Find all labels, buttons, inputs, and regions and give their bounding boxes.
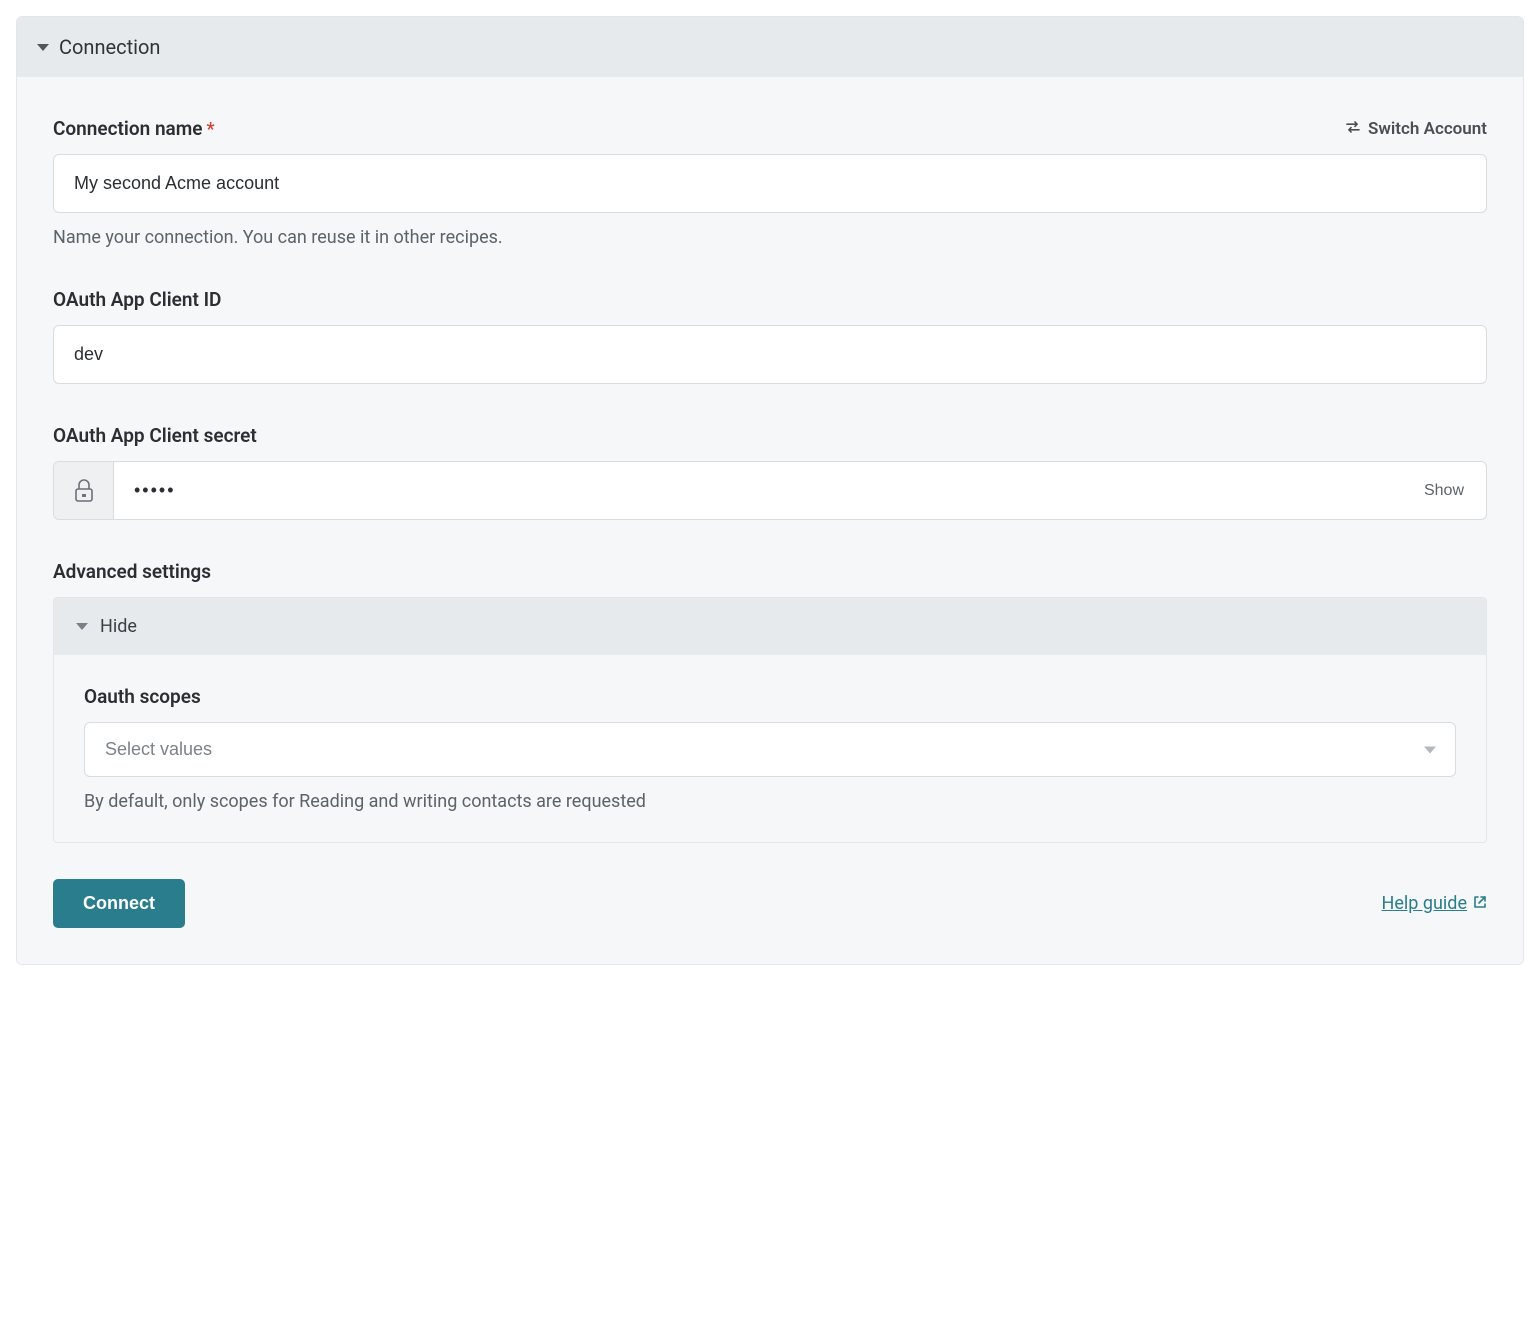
- swap-icon: [1346, 120, 1360, 137]
- connection-name-field: Connection name* Switch Account Name yo: [53, 117, 1487, 248]
- help-guide-link[interactable]: Help guide: [1382, 893, 1487, 914]
- connection-name-input[interactable]: [53, 154, 1487, 213]
- connection-panel: Connection Connection name*: [16, 16, 1524, 965]
- advanced-toggle[interactable]: Hide: [54, 598, 1486, 655]
- chevron-down-icon: [1424, 746, 1436, 753]
- required-indicator: *: [207, 119, 215, 140]
- caret-down-icon: [37, 44, 49, 51]
- help-guide-label: Help guide: [1382, 893, 1467, 914]
- connection-panel-header[interactable]: Connection: [17, 17, 1523, 77]
- client-id-label: OAuth App Client ID: [53, 288, 1487, 311]
- client-secret-field: OAuth App Client secret Show: [53, 424, 1487, 520]
- lock-icon: [54, 462, 114, 519]
- connection-name-helper: Name your connection. You can reuse it i…: [53, 227, 1487, 248]
- client-id-field: OAuth App Client ID: [53, 288, 1487, 384]
- caret-down-icon: [76, 623, 88, 630]
- show-secret-button[interactable]: Show: [1402, 462, 1486, 519]
- connect-button[interactable]: Connect: [53, 879, 185, 928]
- connection-name-label: Connection name: [53, 117, 203, 140]
- client-secret-input[interactable]: [114, 462, 1402, 519]
- advanced-settings-label: Advanced settings: [53, 560, 1487, 583]
- panel-title: Connection: [59, 35, 160, 59]
- client-secret-label: OAuth App Client secret: [53, 424, 1487, 447]
- switch-account-button[interactable]: Switch Account: [1346, 119, 1487, 139]
- oauth-scopes-label: Oauth scopes: [84, 685, 1456, 708]
- external-link-icon: [1473, 893, 1487, 914]
- oauth-scopes-helper: By default, only scopes for Reading and …: [84, 791, 1456, 812]
- connection-panel-body: Connection name* Switch Account Name yo: [17, 77, 1523, 964]
- advanced-toggle-label: Hide: [100, 616, 137, 637]
- client-id-input[interactable]: [53, 325, 1487, 384]
- switch-account-label: Switch Account: [1368, 119, 1487, 139]
- oauth-scopes-select[interactable]: Select values: [84, 722, 1456, 777]
- advanced-settings-section: Advanced settings Hide Oauth scopes Sele…: [53, 560, 1487, 843]
